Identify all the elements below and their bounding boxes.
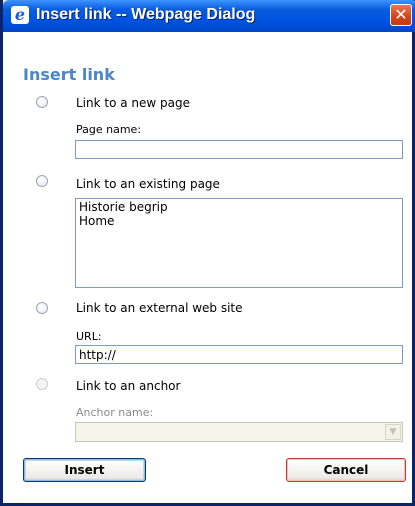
dialog-heading: Insert link	[23, 65, 115, 84]
option-label-existing-page: Link to an existing page	[76, 177, 220, 191]
option-label-external-site: Link to an external web site	[76, 301, 243, 315]
radio-external-site[interactable]	[36, 302, 48, 314]
url-input[interactable]	[75, 345, 403, 364]
radio-anchor[interactable]	[36, 378, 48, 390]
option-label-new-page: Link to a new page	[76, 96, 191, 110]
chevron-down-icon: ▼	[385, 424, 401, 440]
existing-page-listbox[interactable]: Historie begrip Home	[75, 198, 403, 288]
cancel-button[interactable]: Cancel	[286, 458, 406, 482]
page-name-input[interactable]	[75, 140, 403, 159]
window-title: Insert link -- Webpage Dialog	[36, 6, 256, 23]
close-button[interactable]: ✕	[390, 4, 412, 26]
title-bar[interactable]: e Insert link -- Webpage Dialog ✕	[3, 0, 415, 32]
url-label: URL:	[76, 330, 102, 343]
list-item[interactable]: Historie begrip	[79, 200, 399, 214]
option-label-anchor: Link to an anchor	[76, 379, 181, 393]
radio-existing-page[interactable]	[36, 175, 48, 187]
anchor-name-label: Anchor name:	[76, 406, 154, 419]
close-icon: ✕	[394, 5, 408, 24]
insert-button[interactable]: Insert	[23, 458, 146, 482]
anchor-name-select[interactable]: ▼	[75, 422, 403, 442]
radio-new-page[interactable]	[36, 96, 48, 108]
page-name-label: Page name:	[76, 123, 142, 136]
list-item[interactable]: Home	[79, 214, 399, 228]
dialog-content: Insert link Link to a new page Page name…	[3, 32, 412, 503]
ie-icon: e	[11, 6, 29, 24]
